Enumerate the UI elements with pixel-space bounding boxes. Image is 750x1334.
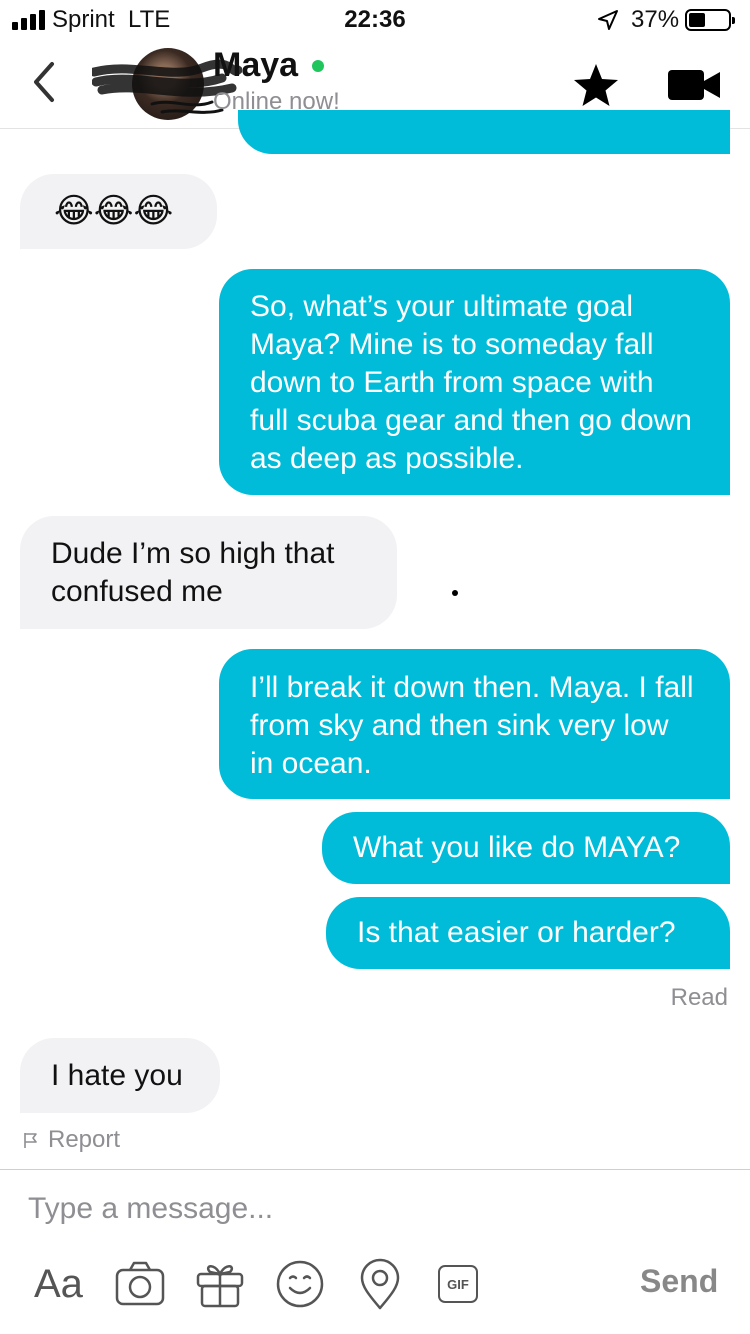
emoji-icon[interactable] — [274, 1256, 326, 1312]
contact-name[interactable]: Maya — [213, 46, 298, 85]
message-text: 😂😂😂 — [54, 192, 174, 230]
message-bubble-partial — [238, 110, 730, 154]
report-label: Report — [48, 1126, 121, 1153]
gif-label: GIF — [447, 1276, 469, 1292]
message-text: So, what’s your ultimate goal Maya? Mine… — [250, 290, 692, 475]
font-toggle-label: Aa — [34, 1261, 83, 1306]
message-bubble-outgoing[interactable]: So, what’s your ultimate goal Maya? Mine… — [219, 269, 730, 495]
online-indicator — [312, 60, 324, 72]
back-icon[interactable] — [28, 58, 60, 106]
stray-dot — [452, 590, 458, 596]
message-bubble-incoming[interactable]: I hate you — [20, 1038, 220, 1113]
message-bubble-outgoing[interactable]: I’ll break it down then. Maya. I fall fr… — [219, 649, 730, 799]
message-bubble-outgoing[interactable]: Is that easier or harder? — [326, 897, 730, 969]
message-bubble-outgoing[interactable]: What you like do MAYA? — [322, 812, 730, 884]
send-button[interactable]: Send — [640, 1263, 718, 1300]
battery-icon — [685, 9, 735, 31]
message-text: What you like do MAYA? — [353, 831, 681, 864]
composer-divider — [0, 1169, 750, 1170]
star-icon[interactable] — [572, 62, 620, 108]
font-toggle-button[interactable]: Aa — [34, 1256, 83, 1312]
read-receipt: Read — [670, 984, 728, 1011]
message-text: Is that easier or harder? — [357, 916, 676, 949]
message-text: Dude I’m so high that confused me — [51, 537, 335, 608]
status-bar: Sprint LTE 22:36 37% — [0, 0, 750, 42]
camera-icon[interactable] — [114, 1256, 166, 1312]
message-bubble-incoming[interactable]: Dude I’m so high that confused me — [20, 516, 397, 629]
report-link[interactable]: Report — [22, 1126, 120, 1154]
message-bubble-incoming[interactable]: 😂😂😂 — [20, 174, 217, 249]
message-input[interactable] — [28, 1192, 588, 1226]
gif-icon[interactable]: GIF — [438, 1256, 478, 1312]
battery-percent: 37% — [631, 6, 680, 33]
gift-icon[interactable] — [194, 1256, 246, 1312]
message-text: I hate you — [51, 1059, 183, 1092]
video-call-icon[interactable] — [668, 68, 720, 102]
flag-icon — [24, 1133, 37, 1148]
location-arrow-icon — [598, 10, 618, 30]
message-text: I’ll break it down then. Maya. I fall fr… — [250, 671, 694, 780]
location-icon[interactable] — [356, 1256, 404, 1312]
